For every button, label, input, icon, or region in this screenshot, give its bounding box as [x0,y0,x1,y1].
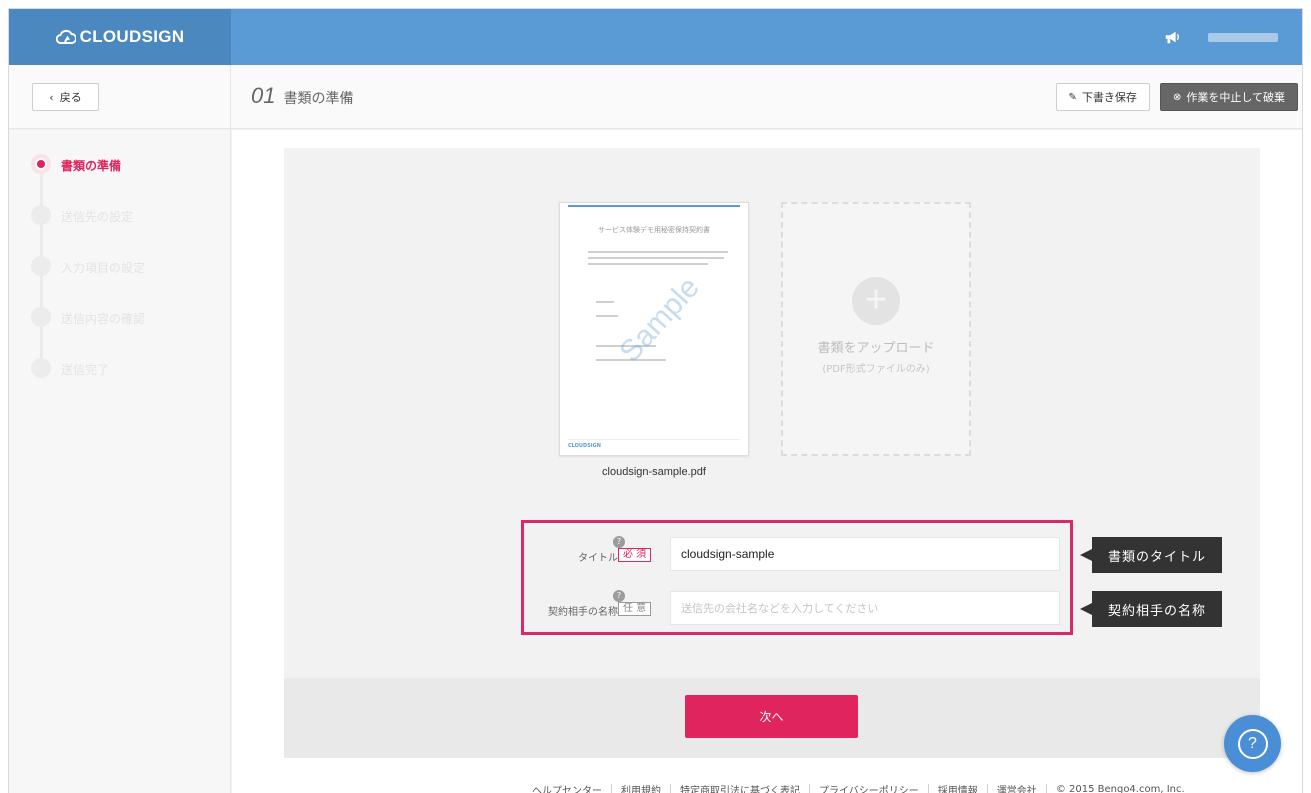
footer-link-privacy[interactable]: プライバシーポリシー [819,782,919,793]
title-label: タイトル [578,553,618,564]
upload-hint: (PDF形式ファイルのみ) [822,364,930,375]
header-actions: ✎ 下書き保存 ⊗ 作業を中止して破棄 [1055,83,1298,111]
step-label: 送信内容の確認 [61,312,146,326]
next-button[interactable]: 次へ [685,695,858,738]
upload-dropzone[interactable]: + 書類をアップロード (PDF形式ファイルのみ) [781,202,971,456]
abort-label: 作業を中止して破棄 [1186,91,1285,104]
footer: ヘルプセンター 利用規約 特定商取引法に基づく表記 プライバシーポリシー 採用情… [532,782,1185,793]
footer-link-careers[interactable]: 採用情報 [938,782,978,793]
sidebar-step-fields: 入力項目の設定 [31,256,145,307]
sidebar-step-complete: 送信完了 [31,358,145,409]
sidebar-step-recipients: 送信先の設定 [31,205,145,256]
footer-link-company[interactable]: 運営会社 [997,782,1037,793]
sample-watermark: Sample [613,270,706,369]
title-callout: 書類のタイトル [1079,537,1223,573]
footer-separator [1045,784,1047,793]
file-name: cloudsign-sample.pdf [602,466,706,478]
partner-callout: 契約相手の名称 [1079,591,1223,627]
title-input[interactable] [670,537,1060,571]
doc-preview-title: サービス体験デモ用秘密保持契約書 [598,226,710,234]
chevron-left-icon: ‹ [49,90,54,104]
app-window: CLOUDSIGN user_name ‹ 戻る 01 書類の準備 [8,8,1303,793]
step-dot [31,307,51,327]
title-row: タイトル ? 必 須 [524,536,1070,573]
save-draft-label: 下書き保存 [1081,91,1137,104]
footer-link-commerce[interactable]: 特定商取引法に基づく表記 [680,782,800,793]
question-icon[interactable]: ? [613,536,625,548]
megaphone-icon[interactable] [1162,27,1182,47]
plus-icon: + [852,277,900,325]
save-draft-button[interactable]: ✎ 下書き保存 [1055,83,1150,111]
doc-line [596,315,618,317]
header-left: ‹ 戻る [9,65,231,128]
abort-button[interactable]: ⊗ 作業を中止して破棄 [1159,83,1298,111]
step-label: 書類の準備 [61,159,122,173]
cloud-logo-icon [55,29,76,44]
optional-badge: 任 意 [618,602,652,616]
back-label: 戻る [59,91,82,104]
question-icon[interactable]: ? [613,590,625,602]
copyright: © 2015 Bengo4.com, Inc. [1055,784,1185,793]
footer-link-help[interactable]: ヘルプセンター [532,782,602,793]
required-badge: 必 須 [618,548,652,562]
step-dot [31,358,51,378]
footer-link-terms[interactable]: 利用規約 [621,782,661,793]
logo-text: CLOUDSIGN [79,27,185,46]
close-circle-icon: ⊗ [1172,91,1182,103]
logo[interactable]: CLOUDSIGN [9,9,231,65]
footer-separator [809,784,810,793]
question-icon: ? [1237,728,1268,759]
doc-footer-logo: CLOUDSIGN [568,439,740,449]
sidebar: 書類の準備 送信先の設定 入力項目の設定 送信内容の確認 送信完了 [9,130,231,793]
sidebar-step-prepare[interactable]: 書類の準備 [31,154,145,205]
step-dot [31,205,51,225]
page-title: 01 書類の準備 [251,83,353,109]
step-title: 書類の準備 [283,91,354,107]
footer-separator [927,784,929,793]
top-bar: CLOUDSIGN user_name [9,9,1302,65]
edit-icon: ✎ [1068,91,1077,103]
step-dot [31,256,51,276]
footer-separator [986,784,988,793]
footer-separator [611,784,612,793]
footer-separator [670,784,671,793]
doc-line [596,301,614,303]
top-right-area: user_name [1162,9,1302,65]
step-number: 01 [251,83,276,108]
partner-name-input[interactable] [670,591,1060,625]
back-button[interactable]: ‹ 戻る [32,83,99,111]
step-label: 送信完了 [61,363,110,377]
partner-label: 契約相手の名称 [548,607,618,618]
sidebar-step-confirm: 送信内容の確認 [31,307,145,358]
help-button[interactable]: ? [1224,715,1281,772]
step-label: 入力項目の設定 [61,261,146,275]
step-list: 書類の準備 送信先の設定 入力項目の設定 送信内容の確認 送信完了 [31,154,145,409]
user-menu[interactable]: user_name [1208,32,1278,42]
doc-top-bar [568,205,740,207]
upload-label: 書類をアップロード [817,341,935,356]
document-thumbnail[interactable]: サービス体験デモ用秘密保持契約書 Sample CLOUDSIGN [559,202,749,456]
page-header: ‹ 戻る 01 書類の準備 ✎ 下書き保存 ⊗ 作業を中止して破棄 [9,65,1302,129]
step-label: 送信先の設定 [61,210,134,224]
partner-row: 契約相手の名称 ? 任 意 [524,590,1070,627]
step-dot-active [31,154,51,174]
main-content: サービス体験デモ用秘密保持契約書 Sample CLOUDSIGN clouds… [232,130,1302,793]
document-panel: サービス体験デモ用秘密保持契約書 Sample CLOUDSIGN clouds… [284,148,1260,678]
highlight-box: タイトル ? 必 須 契約相手の名称 ? 任 意 [521,520,1073,635]
